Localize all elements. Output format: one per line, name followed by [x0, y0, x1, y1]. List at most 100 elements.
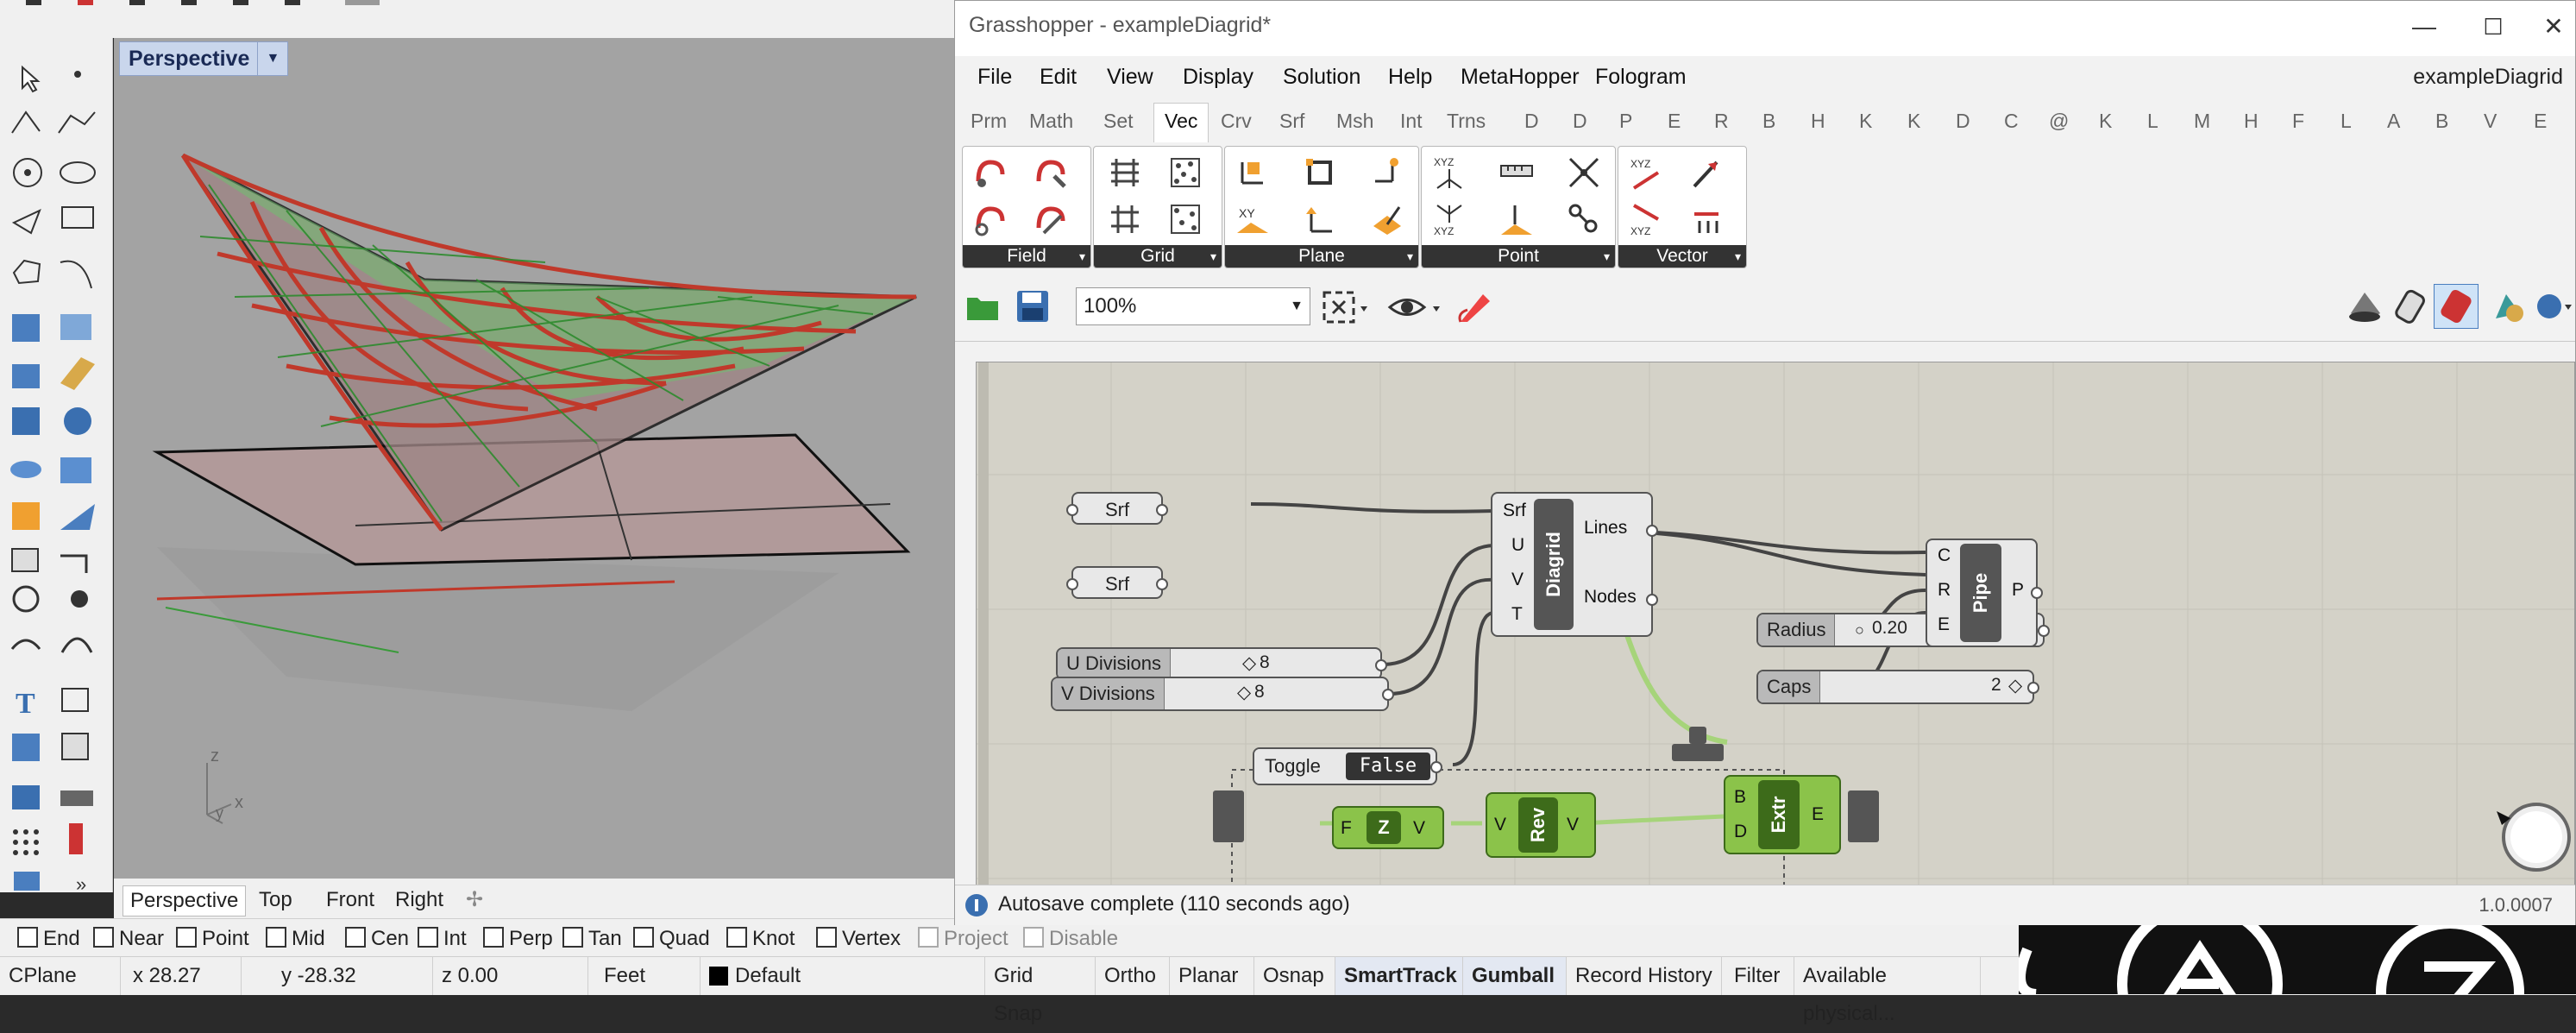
- slider-knob-icon[interactable]: ◇: [1242, 652, 1256, 674]
- align-handle-icon[interactable]: [1848, 790, 1879, 842]
- panel-label[interactable]: Point: [1422, 245, 1615, 268]
- field-spin-charge-icon[interactable]: [971, 200, 1009, 238]
- tab-r[interactable]: R: [1714, 110, 1729, 133]
- tab-l2[interactable]: L: [2340, 110, 2352, 133]
- output-v[interactable]: V: [1567, 815, 1579, 835]
- panel-label[interactable]: Plane: [1225, 245, 1418, 268]
- closest-point-icon[interactable]: [1565, 154, 1603, 192]
- tab-top[interactable]: Top: [252, 885, 299, 915]
- tab-at[interactable]: @: [2049, 110, 2069, 133]
- boolean-toggle[interactable]: Toggle False: [1253, 747, 1442, 785]
- display-options-icon[interactable]: [2532, 287, 2575, 327]
- tab-f[interactable]: F: [2292, 110, 2304, 133]
- tab-k2[interactable]: K: [1907, 110, 1920, 133]
- osnap-tan[interactable]: Tan: [562, 926, 622, 952]
- output-v[interactable]: V: [1413, 818, 1425, 839]
- extrude-component[interactable]: B D Extr E: [1724, 775, 1841, 854]
- diagrid-component[interactable]: Srf U V T Diagrid Lines Nodes: [1491, 492, 1658, 637]
- tab-math[interactable]: Math: [1029, 110, 1073, 133]
- preview-shaded-icon[interactable]: [2392, 287, 2432, 327]
- slider-knob-icon[interactable]: ○: [1855, 621, 1864, 639]
- align-handle-icon[interactable]: [1672, 744, 1724, 761]
- menu-display[interactable]: Display: [1183, 65, 1253, 90]
- zoom-extents-icon[interactable]: [1321, 289, 1374, 325]
- tab-b[interactable]: B: [1762, 110, 1775, 133]
- output-grip[interactable]: [1156, 504, 1168, 516]
- osnap-end[interactable]: End: [17, 926, 80, 952]
- osnap-perp[interactable]: Perp: [483, 926, 553, 952]
- populate-3d-icon[interactable]: [1166, 200, 1204, 238]
- tab-set[interactable]: Set: [1103, 110, 1134, 133]
- zoom-dropdown[interactable]: 100% ▼: [1076, 287, 1310, 325]
- output-grip[interactable]: [2038, 625, 2050, 637]
- tab-msh[interactable]: Msh: [1336, 110, 1373, 133]
- reverse-component[interactable]: V Rev V: [1486, 792, 1596, 858]
- toggle-value[interactable]: False: [1346, 753, 1430, 780]
- save-icon[interactable]: [1015, 289, 1050, 324]
- output-grip[interactable]: [2027, 682, 2039, 694]
- tab-srf[interactable]: Srf: [1279, 110, 1304, 133]
- field-line-charge-icon[interactable]: [1032, 154, 1070, 192]
- tab-p[interactable]: P: [1619, 110, 1632, 133]
- menu-edit[interactable]: Edit: [1040, 65, 1077, 90]
- caps-slider[interactable]: Caps 2 ◇: [1756, 670, 2039, 704]
- minimize-button[interactable]: —: [2403, 9, 2446, 44]
- output-grip[interactable]: [1646, 525, 1658, 537]
- input-t[interactable]: T: [1511, 604, 1523, 625]
- menu-file[interactable]: File: [977, 65, 1012, 90]
- vector-display-icon[interactable]: [1687, 200, 1725, 238]
- plane-origin-icon[interactable]: [1234, 154, 1272, 192]
- tab-a[interactable]: A: [2387, 110, 2400, 133]
- tab-right[interactable]: Right: [388, 885, 450, 915]
- output-grip[interactable]: [2031, 587, 2043, 599]
- plane-offset-icon[interactable]: [1368, 154, 1406, 192]
- plane-xy-icon[interactable]: [1301, 154, 1339, 192]
- tab-prm[interactable]: Prm: [971, 110, 1007, 133]
- plane-normal-icon[interactable]: [1301, 200, 1339, 238]
- tab-e[interactable]: E: [1668, 110, 1681, 133]
- srf-param-2[interactable]: Srf: [1066, 566, 1168, 599]
- vector-xyz-icon[interactable]: XYZ: [1627, 154, 1665, 192]
- tab-front[interactable]: Front: [319, 885, 381, 915]
- tab-crv[interactable]: Crv: [1221, 110, 1252, 133]
- deconstruct-vector-icon[interactable]: XYZ: [1627, 200, 1665, 238]
- tab-e2[interactable]: E: [2534, 110, 2547, 133]
- output-p[interactable]: P: [2012, 580, 2024, 601]
- input-c[interactable]: C: [1938, 545, 1951, 566]
- output-grip[interactable]: [1156, 578, 1168, 590]
- output-grip[interactable]: [1430, 761, 1442, 773]
- tab-l1[interactable]: L: [2147, 110, 2158, 133]
- slider-knob-icon[interactable]: ◇: [1237, 682, 1251, 703]
- panel-label[interactable]: Grid: [1094, 245, 1222, 268]
- osnap-mid[interactable]: Mid: [266, 926, 325, 952]
- osnap-point[interactable]: Point: [176, 926, 249, 952]
- v-divisions-slider[interactable]: V Divisions ◇ 8: [1051, 677, 1394, 711]
- align-handle-icon[interactable]: [1689, 727, 1706, 744]
- sketch-pen-icon[interactable]: [1455, 287, 1495, 327]
- tab-c[interactable]: C: [2004, 110, 2019, 133]
- plane-xz-icon[interactable]: XY: [1234, 200, 1272, 238]
- u-divisions-slider[interactable]: U Divisions ◇ 8: [1056, 647, 1387, 680]
- pipe-component[interactable]: C R E Pipe P: [1926, 539, 2043, 647]
- rhino-perspective-viewport[interactable]: Perspective ▼ z x y: [114, 38, 956, 879]
- tab-trns[interactable]: Trns: [1447, 110, 1486, 133]
- populate-2d-icon[interactable]: [1166, 154, 1204, 192]
- square-grid-icon[interactable]: [1106, 200, 1144, 238]
- open-file-icon[interactable]: [965, 291, 1000, 322]
- output-lines[interactable]: Lines: [1584, 518, 1627, 539]
- unit-z-component[interactable]: F Z V: [1332, 806, 1444, 849]
- grasshopper-canvas[interactable]: Srf Srf U Divisions ◇ 8 V Divisions ◇ 8 …: [976, 362, 2575, 886]
- preview-wireframe-icon[interactable]: [2346, 287, 2385, 327]
- ortho-toggle[interactable]: Ortho: [1096, 957, 1170, 995]
- osnap-int[interactable]: Int: [418, 926, 467, 952]
- tab-m[interactable]: M: [2194, 110, 2210, 133]
- input-v[interactable]: V: [1494, 815, 1506, 835]
- tab-vec[interactable]: Vec: [1153, 103, 1209, 143]
- smarttrack-toggle[interactable]: SmartTrack: [1335, 957, 1463, 995]
- osnap-project[interactable]: Project: [918, 926, 1008, 952]
- output-grip[interactable]: [1375, 659, 1387, 671]
- point-cloud-icon[interactable]: [1565, 200, 1603, 238]
- navigation-compass-icon[interactable]: [2493, 794, 2571, 872]
- tab-d1[interactable]: D: [1524, 110, 1539, 133]
- output-nodes[interactable]: Nodes: [1584, 587, 1637, 608]
